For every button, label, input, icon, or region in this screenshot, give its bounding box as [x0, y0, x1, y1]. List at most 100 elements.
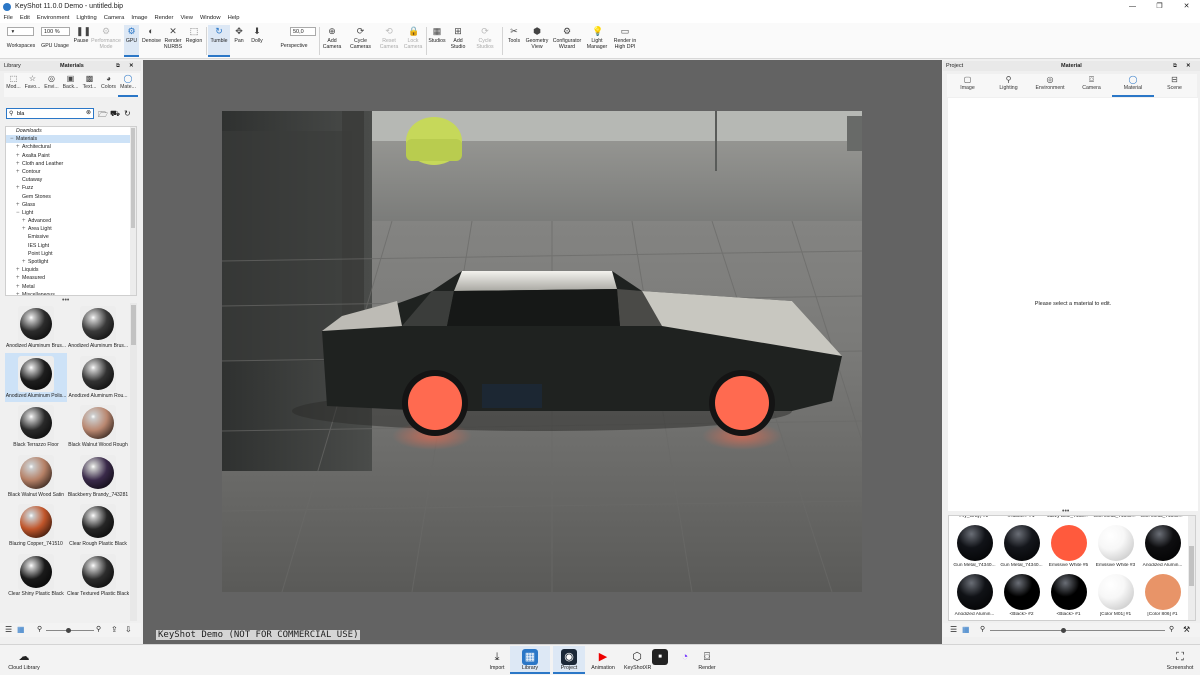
cycle-cameras-button[interactable]: ⟳ Cycle Cameras: [347, 25, 374, 50]
add-camera-button[interactable]: ⊕ Add Camera: [321, 25, 343, 50]
material-thumbnail[interactable]: Clear Textured Plastic Black: [67, 551, 129, 600]
menu-edit[interactable]: Edit: [16, 13, 33, 23]
menu-environment[interactable]: Environment: [33, 13, 73, 23]
search-input[interactable]: [7, 109, 77, 118]
performance-mode-button[interactable]: ⚙ Performance Mode: [91, 25, 121, 50]
list-view-icon[interactable]: ☰: [950, 625, 957, 634]
tree-item[interactable]: + Cloth and Leather: [6, 160, 136, 168]
scene-material[interactable]: <Black> #2: [998, 571, 1045, 620]
tools-button[interactable]: ✂ Tools: [506, 25, 522, 44]
tumble-button[interactable]: ↻ Tumble: [208, 25, 230, 57]
tree-item[interactable]: Point Light: [6, 250, 136, 258]
geometry-view-button[interactable]: ⬢ Geometry View: [525, 25, 549, 50]
library-button[interactable]: ▦ Library: [510, 646, 550, 674]
close-panel-icon[interactable]: ✕: [129, 61, 134, 71]
clear-search-icon[interactable]: ⊗: [86, 109, 91, 116]
refresh-icon[interactable]: ↻: [124, 109, 131, 118]
gpu-button[interactable]: ⚙ GPU: [124, 25, 139, 57]
thumbnail-size-slider[interactable]: [990, 630, 1165, 631]
tab-image[interactable]: ▢ Image: [947, 74, 988, 97]
perspective-input[interactable]: 50,0: [290, 27, 316, 36]
tab-models[interactable]: ⬚ Mod...: [4, 73, 23, 97]
tree-item[interactable]: + Glass: [6, 201, 136, 209]
tab-environments[interactable]: ◎ Envi...: [42, 73, 61, 97]
tree-item[interactable]: + Liquids: [6, 266, 136, 274]
menu-view[interactable]: View: [177, 13, 196, 23]
cycle-studios-button[interactable]: ⟳ Cycle Studios: [474, 25, 496, 50]
menu-lighting[interactable]: Lighting: [73, 13, 100, 23]
slider-knob[interactable]: [66, 628, 71, 633]
screenshot-button[interactable]: ⛶ Screenshot: [1165, 649, 1195, 671]
tree-item[interactable]: + Advanced: [6, 217, 136, 225]
taskbar-app-1[interactable]: ■: [652, 649, 668, 665]
add-studio-button[interactable]: ⊞ Add Studio: [449, 25, 467, 50]
material-thumbnail[interactable]: Black Walnut Wood Satin: [5, 452, 67, 501]
workspaces-select[interactable]: ▾: [7, 27, 34, 36]
brush-icon[interactable]: ⚒: [1183, 625, 1190, 634]
tab-backplates[interactable]: ▣ Back...: [61, 73, 80, 97]
undock-icon[interactable]: ⧉: [116, 61, 120, 71]
render-nurbs-button[interactable]: ✕ Render NURBS: [163, 25, 183, 50]
close-button[interactable]: ✕: [1173, 0, 1200, 13]
zoom-out-icon[interactable]: ⚲: [37, 625, 42, 633]
tab-environment[interactable]: ◎ Environment: [1029, 74, 1071, 97]
upload-icon[interactable]: ⇪: [111, 625, 118, 634]
material-thumbnail[interactable]: Black Terrazzo Floor: [5, 402, 67, 451]
studios-button[interactable]: ▦ Studios: [428, 25, 446, 44]
keyshotxr-button[interactable]: ⬡ KeyShotXR: [624, 649, 651, 671]
pan-button[interactable]: ✥ Pan: [232, 25, 246, 44]
tree-item[interactable]: + Miscellaneous: [6, 291, 136, 295]
tree-item[interactable]: + Architectural: [6, 143, 136, 151]
scene-material[interactable]: [Color M01] #1: [1092, 571, 1139, 620]
material-thumbnail[interactable]: Anodized Aluminum Brus...: [5, 303, 67, 352]
scene-material[interactable]: Anodized Alumin...: [951, 571, 998, 620]
animation-button[interactable]: ▶ Animation: [588, 649, 618, 671]
cloud-library-button[interactable]: ☁ Cloud Library: [6, 649, 42, 671]
render-button[interactable]: ⌼ Render: [697, 649, 717, 671]
tree-item[interactable]: Downloads: [6, 127, 136, 135]
menu-help[interactable]: Help: [224, 13, 243, 23]
zoom-out-icon[interactable]: ⚲: [980, 625, 985, 633]
gpu-usage-select[interactable]: 100 %: [41, 27, 70, 36]
tree-item[interactable]: + Spotlight: [6, 258, 136, 266]
tree-item[interactable]: + Contour: [6, 168, 136, 176]
zoom-in-icon[interactable]: ⚲: [96, 625, 101, 633]
render-high-dpi-button[interactable]: ▭ Render in High DPI: [612, 25, 638, 50]
import-button[interactable]: ⤓ Import: [488, 649, 506, 671]
tab-materials[interactable]: ◯ Mate...: [118, 73, 138, 97]
dolly-button[interactable]: ⬇ Dolly: [249, 25, 265, 44]
tree-item[interactable]: + Fuzz: [6, 184, 136, 192]
menu-window[interactable]: Window: [196, 13, 224, 23]
material-thumbnail[interactable]: Blazing Copper_741510: [5, 501, 67, 550]
download-icon[interactable]: ⇩: [125, 625, 132, 634]
menu-image[interactable]: Image: [128, 13, 151, 23]
pause-button[interactable]: ❚❚ Pause: [72, 25, 91, 44]
library-search[interactable]: ⚲ ⊗: [6, 108, 94, 119]
maximize-button[interactable]: ❐: [1146, 0, 1173, 13]
material-thumbnail[interactable]: Black Walnut Wood Rough: [67, 402, 129, 451]
slider-knob[interactable]: [1061, 628, 1066, 633]
scene-material[interactable]: [Color 806] #1: [1139, 571, 1186, 620]
workspaces-button[interactable]: Workspaces: [5, 43, 37, 49]
tree-scrollbar[interactable]: [130, 127, 136, 295]
perspective-button[interactable]: Perspective: [278, 43, 310, 49]
gpu-usage-button[interactable]: GPU Usage: [40, 43, 70, 49]
tree-item[interactable]: + Area Light: [6, 225, 136, 233]
tree-item[interactable]: + Axalta Paint: [6, 152, 136, 160]
menu-file[interactable]: File: [0, 13, 16, 23]
tab-material[interactable]: ◯ Material: [1112, 74, 1154, 97]
tree-item[interactable]: Cutaway: [6, 176, 136, 184]
zoom-in-icon[interactable]: ⚲: [1169, 625, 1174, 633]
menu-camera[interactable]: Camera: [100, 13, 128, 23]
tree-item[interactable]: − Light: [6, 209, 136, 217]
grid-view-icon[interactable]: ▦: [962, 625, 970, 634]
tree-item[interactable]: + Metal: [6, 283, 136, 291]
material-thumbnail[interactable]: Anodized Aluminum Rou...: [67, 353, 129, 402]
denoise-button[interactable]: ◐ Denoise: [142, 25, 161, 44]
material-thumbnail[interactable]: Clear Rough Plastic Black: [67, 501, 129, 550]
tab-favorites[interactable]: ☆ Favo...: [23, 73, 42, 97]
tree-item[interactable]: + Measured: [6, 274, 136, 282]
reset-camera-button[interactable]: ⟲ Reset Camera: [378, 25, 400, 50]
download-folder-icon[interactable]: ⛟: [110, 109, 120, 119]
render-image[interactable]: [222, 111, 862, 592]
